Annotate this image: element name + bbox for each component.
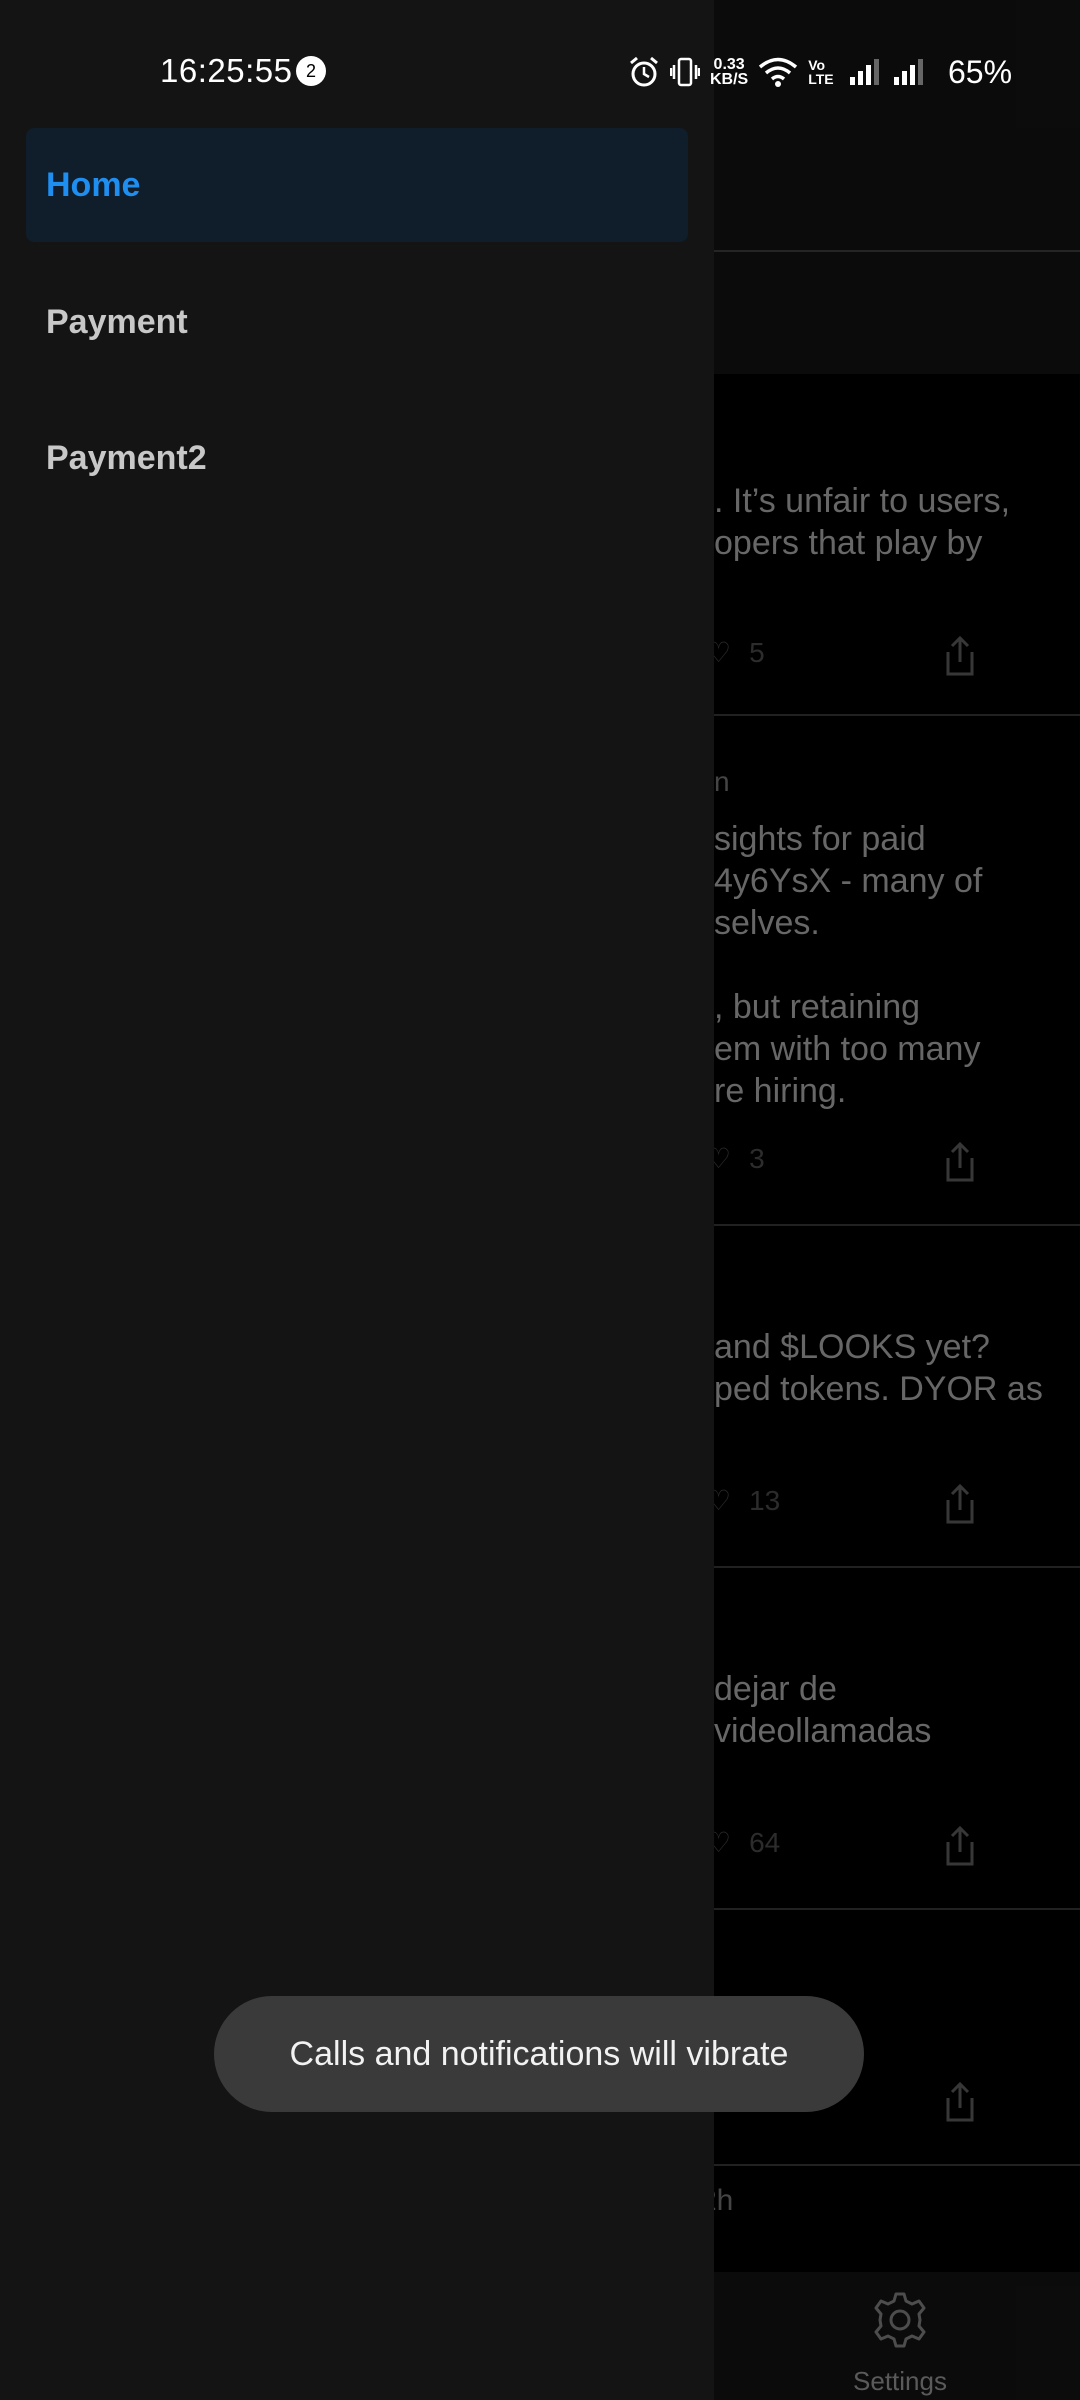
signal-icon (850, 59, 880, 85)
drawer-item-label: Payment (46, 303, 188, 341)
status-icons: 0.33 KB/S Vo LTE (628, 50, 926, 94)
battery-level: 65% (948, 54, 1013, 90)
wifi-icon (759, 57, 798, 87)
toast-message: Calls and notifications will vibrate (289, 2035, 789, 2073)
drawer-item-label: Payment2 (46, 439, 207, 477)
drawer-item-payment[interactable]: Payment (26, 265, 688, 379)
drawer-item-label: Home (46, 166, 141, 204)
toast-notification: Calls and notifications will vibrate (214, 1996, 864, 2112)
drawer-item-home[interactable]: Home (26, 128, 688, 242)
status-bar: 16:25:55 2 0.33 KB/S Vo LTE 65% (0, 0, 1080, 120)
net-speed: 0.33 KB/S (710, 56, 749, 88)
status-time: 16:25:55 (160, 52, 293, 89)
alarm-icon (630, 56, 658, 87)
drawer-item-payment2[interactable]: Payment2 (26, 401, 688, 515)
volte-label: Vo LTE (808, 57, 834, 87)
notification-count-badge: 2 (296, 56, 326, 86)
vibrate-icon (670, 57, 700, 87)
signal-icon (894, 59, 924, 85)
